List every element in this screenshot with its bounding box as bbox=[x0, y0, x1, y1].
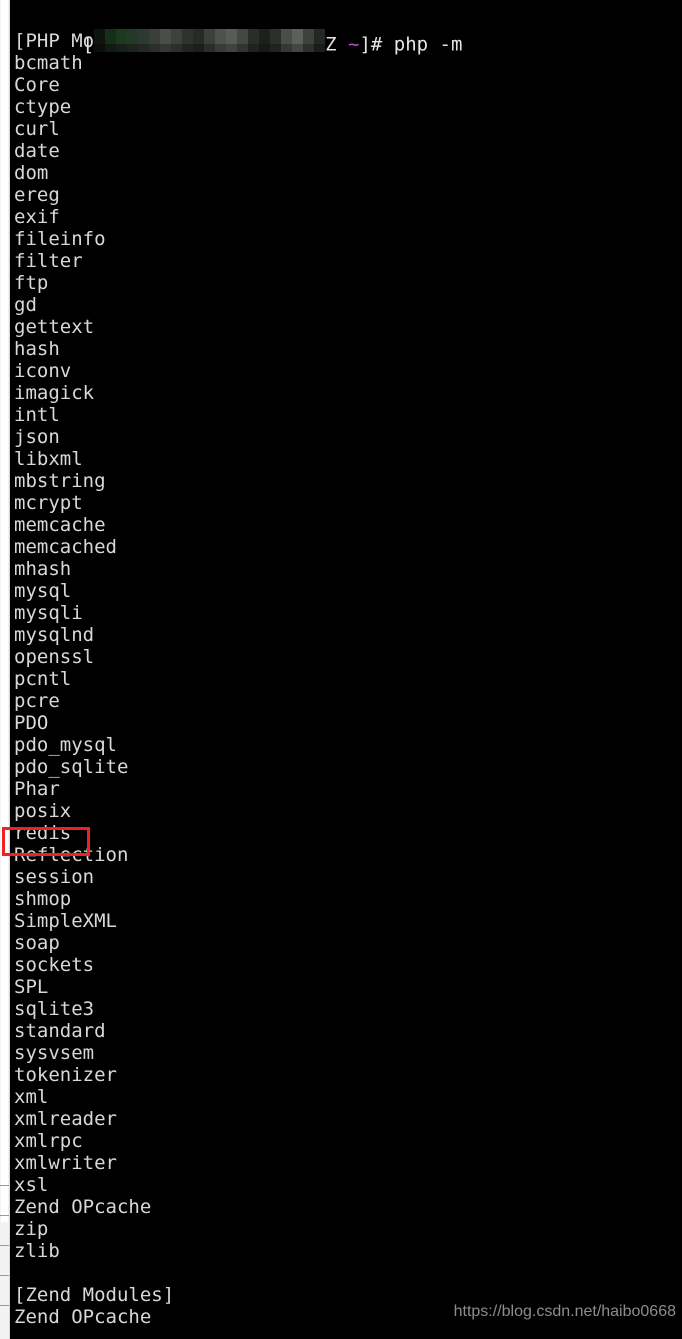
module-list-item: dom bbox=[14, 162, 49, 184]
gutter-tick bbox=[0, 1215, 9, 1216]
module-list-item: pcntl bbox=[14, 668, 72, 690]
module-list-item: mcrypt bbox=[14, 492, 83, 514]
module-list-item: SimpleXML bbox=[14, 910, 117, 932]
module-list-item: redis bbox=[14, 822, 72, 844]
module-list-item: pdo_mysql bbox=[14, 734, 117, 756]
module-list-item: ctype bbox=[14, 96, 72, 118]
scrollbar-thumb[interactable] bbox=[1, 0, 8, 1222]
module-list-item: curl bbox=[14, 118, 60, 140]
module-list-item: Core bbox=[14, 74, 60, 96]
module-list-item: memcached bbox=[14, 536, 117, 558]
module-list-item: exif bbox=[14, 206, 60, 228]
module-list-item: SPL bbox=[14, 976, 49, 998]
module-list-item: PDO bbox=[14, 712, 49, 734]
module-list-item: Reflection bbox=[14, 844, 129, 866]
module-list-item: xmlreader bbox=[14, 1108, 117, 1130]
module-list-item: mhash bbox=[14, 558, 72, 580]
module-list-item: Phar bbox=[14, 778, 60, 800]
blank-separator-line bbox=[10, 1262, 682, 1284]
module-list-item: mysqli bbox=[14, 602, 83, 624]
gutter-tick bbox=[0, 1275, 9, 1276]
module-list-item: intl bbox=[14, 404, 60, 426]
terminal-output-pane[interactable]: [Z ~]# php -m [PHP Modules] bcmath Core ct… bbox=[10, 0, 682, 1339]
prompt-host-tail: Z bbox=[325, 33, 337, 56]
module-list-item: mysqlnd bbox=[14, 624, 95, 646]
module-list-item: xmlwriter bbox=[14, 1152, 117, 1174]
module-list-item: zlib bbox=[14, 1240, 60, 1262]
gutter-tick bbox=[0, 1245, 9, 1246]
watermark-url: https://blog.csdn.net/haibo0668 bbox=[453, 1303, 676, 1320]
module-list-item: tokenizer bbox=[14, 1064, 117, 1086]
prompt-bracket-close: ]# bbox=[359, 33, 383, 56]
module-list-item: filter bbox=[14, 250, 83, 272]
module-list-item: date bbox=[14, 140, 60, 162]
module-list-item: pdo_sqlite bbox=[14, 756, 129, 778]
module-list-item: sqlite3 bbox=[14, 998, 95, 1020]
module-list-item: Zend OPcache bbox=[14, 1196, 152, 1218]
gutter-tick bbox=[0, 1305, 9, 1306]
prompt-space1 bbox=[337, 34, 348, 56]
module-list-item: openssl bbox=[14, 646, 95, 668]
module-list-item: imagick bbox=[14, 382, 95, 404]
module-list-item: mysql bbox=[14, 580, 72, 602]
module-list-item: sockets bbox=[14, 954, 95, 976]
module-list-item: shmop bbox=[14, 888, 72, 910]
module-list-item: xsl bbox=[14, 1174, 49, 1196]
module-list-item: pcre bbox=[14, 690, 60, 712]
module-list-item: session bbox=[14, 866, 95, 888]
module-list-item: mbstring bbox=[14, 470, 106, 492]
module-list-item: zip bbox=[14, 1218, 49, 1240]
module-list-item: standard bbox=[14, 1020, 106, 1042]
prompt-command: php -m bbox=[382, 33, 463, 56]
module-list-item: posix bbox=[14, 800, 72, 822]
module-list-item: memcache bbox=[14, 514, 106, 536]
module-list-item: json bbox=[14, 426, 60, 448]
module-list-item: iconv bbox=[14, 360, 72, 382]
module-list-item: fileinfo bbox=[14, 228, 106, 250]
censored-hostname-mosaic bbox=[94, 29, 326, 59]
module-list-item: xmlrpc bbox=[14, 1130, 83, 1152]
module-list-item: gd bbox=[14, 294, 37, 316]
module-list-item: ftp bbox=[14, 272, 49, 294]
module-list-item: gettext bbox=[14, 316, 95, 338]
gutter-tick bbox=[0, 1185, 9, 1186]
window-left-gutter[interactable] bbox=[0, 0, 10, 1339]
module-list-item: soap bbox=[14, 932, 60, 954]
module-list-item: xml bbox=[14, 1086, 49, 1108]
shell-prompt-line: [Z ~]# php -m bbox=[10, 8, 682, 56]
module-list-item: ereg bbox=[14, 184, 60, 206]
php-module-list: bcmath Core ctype curl date dom ereg exif filein… bbox=[10, 52, 682, 1262]
terminal-screenshot: [Z ~]# php -m [PHP Modules] bcmath Core ct… bbox=[0, 0, 682, 1339]
module-list-item: sysvsem bbox=[14, 1042, 95, 1064]
module-list-item: libxml bbox=[14, 448, 83, 470]
module-list-item: hash bbox=[14, 338, 60, 360]
prompt-path: ~ bbox=[348, 33, 360, 56]
